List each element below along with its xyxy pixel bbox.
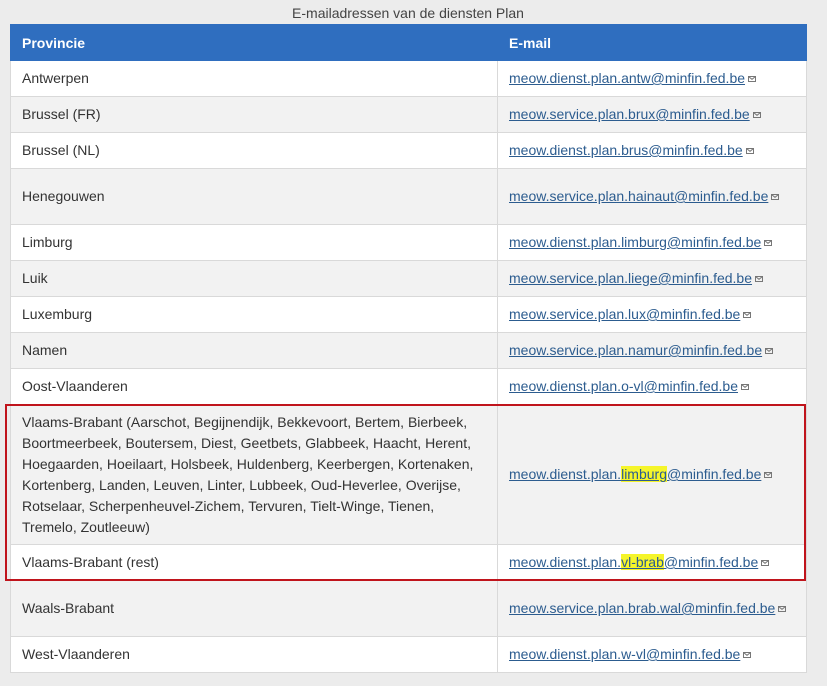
- header-email: E-mail: [497, 24, 807, 61]
- table-caption: E-mailadressen van de diensten Plan: [292, 5, 524, 21]
- email-cell: meow.dienst.plan.o-vl@minfin.fed.be: [497, 368, 807, 405]
- province-cell: Oost-Vlaanderen: [10, 368, 498, 405]
- mail-icon: [743, 312, 752, 318]
- mail-icon: [743, 652, 752, 658]
- email-link-brussel-fr[interactable]: meow.service.plan.brux@minfin.fed.be: [509, 106, 750, 122]
- table-row: Vlaams-Brabant (Aarschot, Begijnendijk, …: [10, 404, 807, 545]
- email-cell: meow.dienst.plan.limburg@minfin.fed.be: [497, 224, 807, 261]
- email-cell: meow.dienst.plan.vl-brab@minfin.fed.be: [497, 544, 807, 581]
- email-cell: meow.service.plan.brab.wal@minfin.fed.be: [497, 580, 807, 637]
- email-part: @minfin.fed.be: [663, 554, 759, 570]
- email-cell: meow.service.plan.liege@minfin.fed.be: [497, 260, 807, 297]
- province-cell: Brussel (NL): [10, 132, 498, 169]
- province-cell: Antwerpen: [10, 60, 498, 97]
- table-row: Luxemburg meow.service.plan.lux@minfin.f…: [10, 296, 807, 333]
- mail-icon: [765, 348, 774, 354]
- header-province: Provincie: [10, 24, 498, 61]
- email-link-brussel-nl[interactable]: meow.dienst.plan.brus@minfin.fed.be: [509, 142, 743, 158]
- email-table-container: E-mailadressen van de diensten Plan Prov…: [10, 0, 807, 673]
- table-row: Vlaams-Brabant (rest) meow.dienst.plan.v…: [10, 544, 807, 581]
- table-row: Namen meow.service.plan.namur@minfin.fed…: [10, 332, 807, 369]
- email-cell: meow.dienst.plan.limburg@minfin.fed.be: [497, 404, 807, 545]
- table-row: Brussel (NL) meow.dienst.plan.brus@minfi…: [10, 132, 807, 169]
- email-part: @minfin.fed.be: [666, 466, 762, 482]
- email-cell: meow.service.plan.lux@minfin.fed.be: [497, 296, 807, 333]
- mail-icon: [741, 384, 749, 390]
- province-cell: Luxemburg: [10, 296, 498, 333]
- highlighted-email-part: limburg: [621, 466, 667, 482]
- mail-icon: [748, 76, 757, 82]
- email-link-oost-vlaanderen[interactable]: meow.dienst.plan.o-vl@minfin.fed.be: [509, 378, 738, 394]
- table-row: Oost-Vlaanderen meow.dienst.plan.o-vl@mi…: [10, 368, 807, 405]
- province-cell: Brussel (FR): [10, 96, 498, 133]
- province-cell: Vlaams-Brabant (rest): [10, 544, 498, 581]
- email-cell: meow.dienst.plan.brus@minfin.fed.be: [497, 132, 807, 169]
- email-link-henegouwen[interactable]: meow.service.plan.hainaut@minfin.fed.be: [509, 188, 768, 204]
- email-link-namen[interactable]: meow.service.plan.namur@minfin.fed.be: [509, 342, 762, 358]
- email-link-limburg[interactable]: meow.dienst.plan.limburg@minfin.fed.be: [509, 234, 761, 250]
- province-cell: Henegouwen: [10, 168, 498, 225]
- email-link-luxemburg[interactable]: meow.service.plan.lux@minfin.fed.be: [509, 306, 740, 322]
- table-row: Brussel (FR) meow.service.plan.brux@minf…: [10, 96, 807, 133]
- email-link-waals-brabant[interactable]: meow.service.plan.brab.wal@minfin.fed.be: [509, 600, 775, 616]
- province-cell: West-Vlaanderen: [10, 636, 498, 673]
- table-row: Luik meow.service.plan.liege@minfin.fed.…: [10, 260, 807, 297]
- email-link-antwerpen[interactable]: meow.dienst.plan.antw@minfin.fed.be: [509, 70, 745, 86]
- email-table: Provincie E-mail Antwerpen meow.dienst.p…: [10, 24, 807, 673]
- table-row: West-Vlaanderen meow.dienst.plan.w-vl@mi…: [10, 636, 807, 673]
- table-row: Waals-Brabant meow.service.plan.brab.wal…: [10, 580, 807, 637]
- mail-icon: [764, 240, 773, 246]
- email-part: meow.dienst.plan.: [509, 466, 622, 482]
- email-link-west-vlaanderen[interactable]: meow.dienst.plan.w-vl@minfin.fed.be: [509, 646, 740, 662]
- table-row: Limburg meow.dienst.plan.limburg@minfin.…: [10, 224, 807, 261]
- email-link-vlaams-brabant-gemeenten[interactable]: meow.dienst.plan.limburg@minfin.fed.be: [509, 466, 761, 482]
- province-cell: Waals-Brabant: [10, 580, 498, 637]
- mail-icon: [761, 560, 770, 566]
- mail-icon: [755, 276, 764, 282]
- province-cell: Limburg: [10, 224, 498, 261]
- table-header-row: Provincie E-mail: [10, 24, 807, 61]
- mail-icon: [771, 194, 780, 200]
- email-cell: meow.service.plan.hainaut@minfin.fed.be: [497, 168, 807, 225]
- email-part: meow.dienst.plan.: [509, 554, 622, 570]
- table-row: Antwerpen meow.dienst.plan.antw@minfin.f…: [10, 60, 807, 97]
- mail-icon: [778, 606, 787, 612]
- province-cell: Luik: [10, 260, 498, 297]
- email-cell: meow.dienst.plan.w-vl@minfin.fed.be: [497, 636, 807, 673]
- province-cell: Vlaams-Brabant (Aarschot, Begijnendijk, …: [10, 404, 498, 545]
- email-link-luik[interactable]: meow.service.plan.liege@minfin.fed.be: [509, 270, 752, 286]
- table-row: Henegouwen meow.service.plan.hainaut@min…: [10, 168, 807, 225]
- mail-icon: [752, 112, 761, 118]
- mail-icon: [745, 148, 754, 154]
- email-link-vlaams-brabant-rest[interactable]: meow.dienst.plan.vl-brab@minfin.fed.be: [509, 554, 758, 570]
- mail-icon: [764, 472, 773, 478]
- email-cell: meow.dienst.plan.antw@minfin.fed.be: [497, 60, 807, 97]
- highlighted-email-part: vl-brab: [621, 554, 664, 570]
- email-cell: meow.service.plan.namur@minfin.fed.be: [497, 332, 807, 369]
- province-cell: Namen: [10, 332, 498, 369]
- email-cell: meow.service.plan.brux@minfin.fed.be: [497, 96, 807, 133]
